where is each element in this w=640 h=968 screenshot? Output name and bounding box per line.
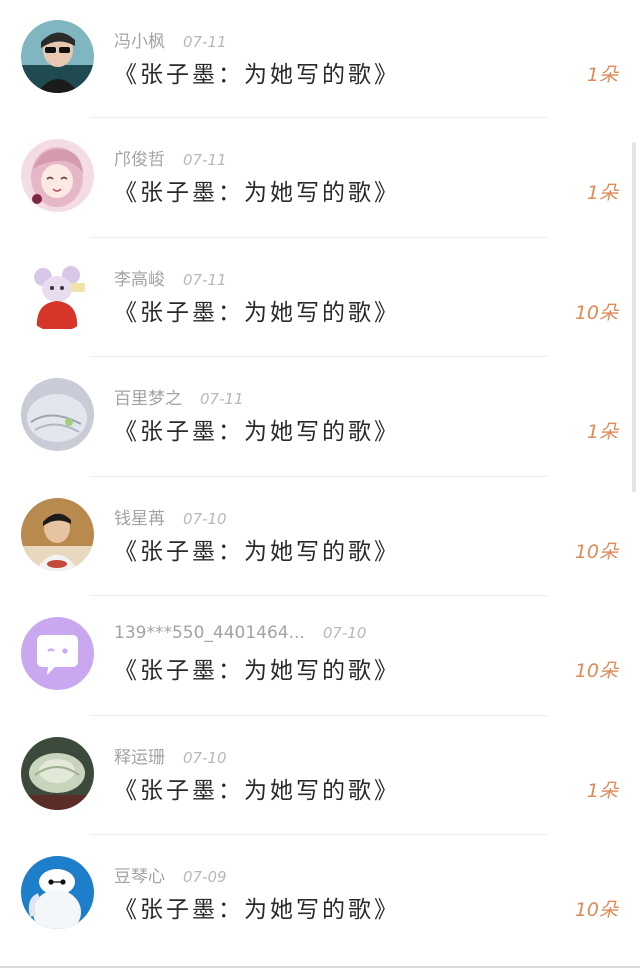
list-item[interactable]: 释运珊 07-10 《张子墨：为她写的歌》 1朵 [0,716,640,835]
list-item[interactable]: 邝俊哲 07-11 《张子墨：为她写的歌》 1朵 [0,118,640,238]
avatar[interactable] [21,378,94,451]
user-name: 百里梦之 [114,389,182,409]
flower-count: 1朵 [586,779,618,802]
list-item[interactable]: 139***550_4401464... 07-10 《张子墨：为她写的歌》 10… [0,596,640,716]
user-name: 钱星苒 [114,508,165,529]
avatar-anime-girl-icon [21,139,94,212]
avatar-cartoon-mouse-icon [21,258,94,332]
avatar-chat-bubble-default-icon [21,617,94,690]
song-title: 《张子墨：为她写的歌》 [114,299,400,326]
song-title: 《张子墨：为她写的歌》 [114,538,400,565]
avatar-man-sunglasses-icon [21,20,94,93]
user-name: 释运珊 [114,747,165,768]
list-item[interactable]: 冯小枫 07-11 《张子墨：为她写的歌》 1朵 [0,0,640,118]
song-title: 《张子墨：为她写的歌》 [114,62,400,88]
avatar-boy-photo-icon [21,497,94,571]
user-name: 冯小枫 [114,32,165,52]
flower-count: 10朵 [574,899,618,921]
list-item[interactable]: 豆琴心 07-09 《张子墨：为她写的歌》 10朵 [0,835,640,955]
song-title: 《张子墨：为她写的歌》 [114,180,400,206]
list-item[interactable]: 百里梦之 07-11 《张子墨：为她写的歌》 1朵 [0,357,640,477]
user-name: 邝俊哲 [114,150,165,170]
avatar[interactable] [21,736,94,810]
avatar[interactable] [21,139,94,212]
user-name: 139***550_4401464... [114,623,305,643]
user-name: 李高峻 [114,269,165,290]
flower-count: 10朵 [574,660,618,682]
gift-date: 07-10 [322,624,367,642]
avatar-cabbage-photo-icon [21,736,94,810]
user-name: 豆琴心 [114,867,165,887]
avatar[interactable] [21,856,94,929]
avatar[interactable] [21,258,94,332]
gift-date: 07-11 [183,33,227,51]
flower-count: 1朵 [586,421,618,443]
gift-date: 07-11 [183,151,227,169]
gift-date: 07-10 [183,509,227,528]
flower-count: 10朵 [574,301,618,324]
song-title: 《张子墨：为她写的歌》 [114,419,400,445]
gift-date: 07-09 [183,868,227,886]
list-item[interactable]: 李高峻 07-11 《张子墨：为她写的歌》 10朵 [0,238,640,357]
gift-date: 07-11 [200,390,244,408]
avatar-abstract-grey-icon [21,378,94,451]
gift-date: 07-11 [183,270,227,289]
gift-record-list: 冯小枫 07-11 《张子墨：为她写的歌》 1朵 邝俊哲 07-11 《张子墨：为她… [0,0,640,968]
avatar[interactable] [21,497,94,571]
flower-count: 1朵 [586,182,618,204]
gift-date: 07-10 [183,748,227,767]
song-title: 《张子墨：为她写的歌》 [114,897,400,923]
flower-count: 1朵 [586,64,618,86]
avatar[interactable] [21,617,94,690]
avatar-white-robot-icon [21,856,94,929]
list-item[interactable]: 钱星苒 07-10 《张子墨：为她写的歌》 10朵 [0,477,640,596]
song-title: 《张子墨：为她写的歌》 [114,777,400,804]
song-title: 《张子墨：为她写的歌》 [114,658,400,684]
avatar[interactable] [21,20,94,93]
flower-count: 10朵 [574,540,618,563]
scrollbar[interactable] [632,142,636,492]
